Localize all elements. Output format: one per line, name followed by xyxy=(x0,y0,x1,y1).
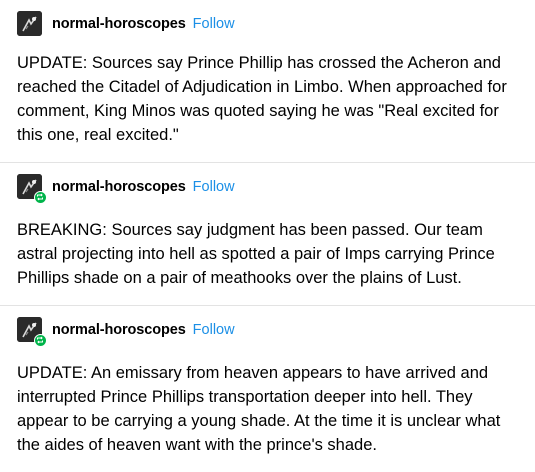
reblog-icon xyxy=(34,191,47,204)
follow-button[interactable]: Follow xyxy=(193,16,235,32)
avatar[interactable] xyxy=(17,11,42,36)
post-body-text: BREAKING: Sources say judgment has been … xyxy=(17,221,495,287)
post-header: normal-horoscopes Follow xyxy=(17,11,235,36)
username-link[interactable]: normal-horoscopes xyxy=(52,16,186,32)
avatar-image-icon xyxy=(17,11,42,36)
avatar[interactable] xyxy=(17,317,47,347)
post-body-text: UPDATE: Sources say Prince Phillip has c… xyxy=(17,54,507,144)
post-item: normal-horoscopes Follow UPDATE: Sources… xyxy=(0,0,535,163)
username-link[interactable]: normal-horoscopes xyxy=(52,322,186,338)
post-item: normal-horoscopes Follow BREAKING: Sourc… xyxy=(0,163,535,306)
username-link[interactable]: normal-horoscopes xyxy=(52,179,186,195)
post-item: normal-horoscopes Follow UPDATE: An emis… xyxy=(0,306,535,472)
avatar[interactable] xyxy=(17,174,47,204)
post-body-text: UPDATE: An emissary from heaven appears … xyxy=(17,364,501,454)
reblog-icon xyxy=(34,334,47,347)
follow-button[interactable]: Follow xyxy=(193,179,235,195)
follow-button[interactable]: Follow xyxy=(193,322,235,338)
post-header: normal-horoscopes Follow xyxy=(17,174,235,204)
post-header: normal-horoscopes Follow xyxy=(17,317,235,347)
